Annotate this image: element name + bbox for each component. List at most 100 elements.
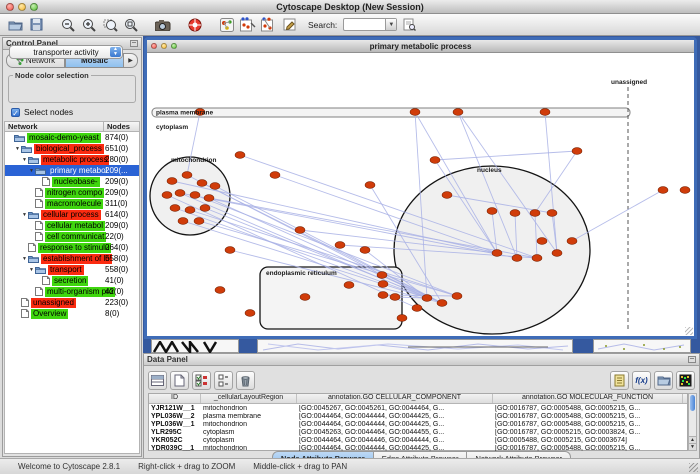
formula-builder-icon[interactable]: f(x) bbox=[632, 371, 651, 390]
graph-node[interactable] bbox=[442, 192, 452, 199]
tree-item-label[interactable]: transport bbox=[48, 265, 84, 275]
graph-node[interactable] bbox=[335, 242, 345, 249]
table-row[interactable]: YPL036W__2plasma membrane[GO:0044464, GO… bbox=[149, 412, 687, 420]
graph-edge[interactable] bbox=[572, 190, 663, 241]
graph-node[interactable] bbox=[487, 208, 497, 215]
layout-node-icon[interactable] bbox=[239, 16, 257, 34]
float-panel-icon[interactable] bbox=[130, 40, 138, 47]
tree-item-label[interactable]: nitrogen compo bbox=[45, 188, 104, 198]
table-row[interactable]: YJR121W__1mitochondrion[GO:0045267, GO:0… bbox=[149, 404, 687, 412]
graph-node[interactable] bbox=[182, 172, 192, 179]
matrix-icon[interactable] bbox=[676, 371, 695, 390]
expand-arrow-icon[interactable]: ▼ bbox=[28, 267, 35, 273]
column-header[interactable]: annotation.GO MOLECULAR_FUNCTION bbox=[493, 394, 683, 403]
graph-node[interactable] bbox=[167, 178, 177, 185]
graph-node[interactable] bbox=[200, 205, 210, 212]
graph-node[interactable] bbox=[235, 152, 245, 159]
tree-item-label[interactable]: establishment of lo bbox=[41, 254, 112, 264]
background-window-fragment[interactable] bbox=[593, 339, 691, 353]
graph-node[interactable] bbox=[453, 109, 463, 116]
tree-item-label[interactable]: unassigned bbox=[31, 298, 76, 308]
graph-node[interactable] bbox=[452, 293, 462, 300]
tree-item-label[interactable]: macromolecule bbox=[45, 199, 103, 209]
graph-node[interactable] bbox=[572, 148, 582, 155]
expand-arrow-icon[interactable]: ▼ bbox=[28, 168, 35, 174]
graph-node[interactable] bbox=[658, 187, 668, 194]
tree-item-label[interactable]: cell communicat bbox=[45, 232, 106, 242]
zoom-fit-icon[interactable] bbox=[122, 16, 140, 34]
graph-node[interactable] bbox=[492, 250, 502, 257]
graph-node[interactable] bbox=[178, 218, 188, 225]
annotation-icon[interactable] bbox=[281, 16, 299, 34]
search-input[interactable]: ▼ bbox=[343, 18, 397, 31]
graph-node[interactable] bbox=[197, 180, 207, 187]
search-dropdown-icon[interactable]: ▼ bbox=[385, 19, 396, 30]
tree-item-label[interactable]: response to stimulu bbox=[38, 243, 111, 253]
tree-row[interactable]: Overview8(0) bbox=[5, 308, 139, 319]
graph-node[interactable] bbox=[245, 310, 255, 317]
tree-row[interactable]: secretion41(0) bbox=[5, 275, 139, 286]
tree-header-network[interactable]: Network bbox=[5, 122, 104, 131]
expand-arrow-icon[interactable]: ▼ bbox=[21, 157, 28, 163]
window-resize-grip[interactable] bbox=[685, 327, 693, 335]
tree-row[interactable]: ▼establishment of lo558(0) bbox=[5, 253, 139, 264]
network-graph[interactable]: plasma membranecytoplasmmitochondrionnuc… bbox=[147, 53, 694, 336]
graph-node[interactable] bbox=[567, 238, 577, 245]
graph-edge[interactable] bbox=[435, 151, 577, 160]
tree-row[interactable]: ▼primary metabol209(... bbox=[5, 165, 139, 176]
expand-arrow-icon[interactable]: ▼ bbox=[14, 146, 21, 152]
graph-node[interactable] bbox=[210, 183, 220, 190]
graph-node[interactable] bbox=[175, 190, 185, 197]
graph-node[interactable] bbox=[410, 109, 420, 116]
tree-row[interactable]: nucleobase-209(0) bbox=[5, 176, 139, 187]
expand-arrow-icon[interactable]: ▼ bbox=[21, 256, 28, 262]
tree-row[interactable]: ▼cellular process614(0) bbox=[5, 209, 139, 220]
column-layout-icon[interactable] bbox=[148, 371, 167, 390]
scroll-up-icon[interactable]: ▲ bbox=[689, 436, 696, 443]
graph-node[interactable] bbox=[680, 187, 690, 194]
tree-header-nodes[interactable]: Nodes bbox=[104, 122, 130, 131]
network-canvas[interactable]: plasma membranecytoplasmmitochondrionnuc… bbox=[147, 53, 694, 336]
graph-node[interactable] bbox=[300, 294, 310, 301]
unselect-attributes-icon[interactable] bbox=[214, 371, 233, 390]
graph-node[interactable] bbox=[378, 281, 388, 288]
graph-node[interactable] bbox=[397, 315, 407, 322]
column-header[interactable]: _cellularLayoutRegion bbox=[201, 394, 297, 403]
search-config-icon[interactable] bbox=[400, 16, 418, 34]
save-session-icon[interactable] bbox=[27, 16, 45, 34]
zoom-out-icon[interactable] bbox=[59, 16, 77, 34]
select-attributes-icon[interactable] bbox=[192, 371, 211, 390]
network-window-titlebar[interactable]: primary metabolic process bbox=[147, 40, 694, 53]
tree-row[interactable]: ▼transport558(0) bbox=[5, 264, 139, 275]
graph-node[interactable] bbox=[204, 195, 214, 202]
graph-node[interactable] bbox=[215, 287, 225, 294]
attribute-list-icon[interactable] bbox=[610, 371, 629, 390]
graph-node[interactable] bbox=[194, 218, 204, 225]
graph-node[interactable] bbox=[185, 207, 195, 214]
vizmapper-icon[interactable] bbox=[218, 16, 236, 34]
tree-row[interactable]: multi-organism pro42(0) bbox=[5, 286, 139, 297]
tree-row[interactable]: unassigned223(0) bbox=[5, 297, 139, 308]
tree-row[interactable]: ▼metabolic process280(0) bbox=[5, 154, 139, 165]
graph-node[interactable] bbox=[532, 255, 542, 262]
graph-node[interactable] bbox=[547, 210, 557, 217]
help-icon[interactable] bbox=[186, 16, 204, 34]
tree-row[interactable]: ▼biological_process651(0) bbox=[5, 143, 139, 154]
tree-row[interactable]: response to stimulu264(0) bbox=[5, 242, 139, 253]
more-tabs-arrow-icon[interactable]: ▶ bbox=[124, 53, 138, 68]
tree-item-label[interactable]: cellular metabol bbox=[45, 221, 105, 231]
tree-item-label[interactable]: primary metabol bbox=[48, 166, 109, 176]
graph-node[interactable] bbox=[162, 192, 172, 199]
tree-row[interactable]: macromolecule311(0) bbox=[5, 198, 139, 209]
graph-node[interactable] bbox=[540, 109, 550, 116]
table-row[interactable]: YKR052Ccytoplasm[GO:0044464, GO:0044446,… bbox=[149, 436, 687, 444]
graph-node[interactable] bbox=[437, 300, 447, 307]
graph-node[interactable] bbox=[537, 238, 547, 245]
layout-edge-icon[interactable] bbox=[260, 16, 278, 34]
select-nodes-checkbox[interactable]: ✓ bbox=[11, 108, 20, 117]
open-session-icon[interactable] bbox=[6, 16, 24, 34]
tree-item-label[interactable]: cellular process bbox=[41, 210, 101, 220]
graph-node[interactable] bbox=[225, 247, 235, 254]
app-resize-grip[interactable] bbox=[689, 463, 698, 472]
table-scrollbar[interactable]: ▲ ▼ bbox=[688, 393, 697, 451]
